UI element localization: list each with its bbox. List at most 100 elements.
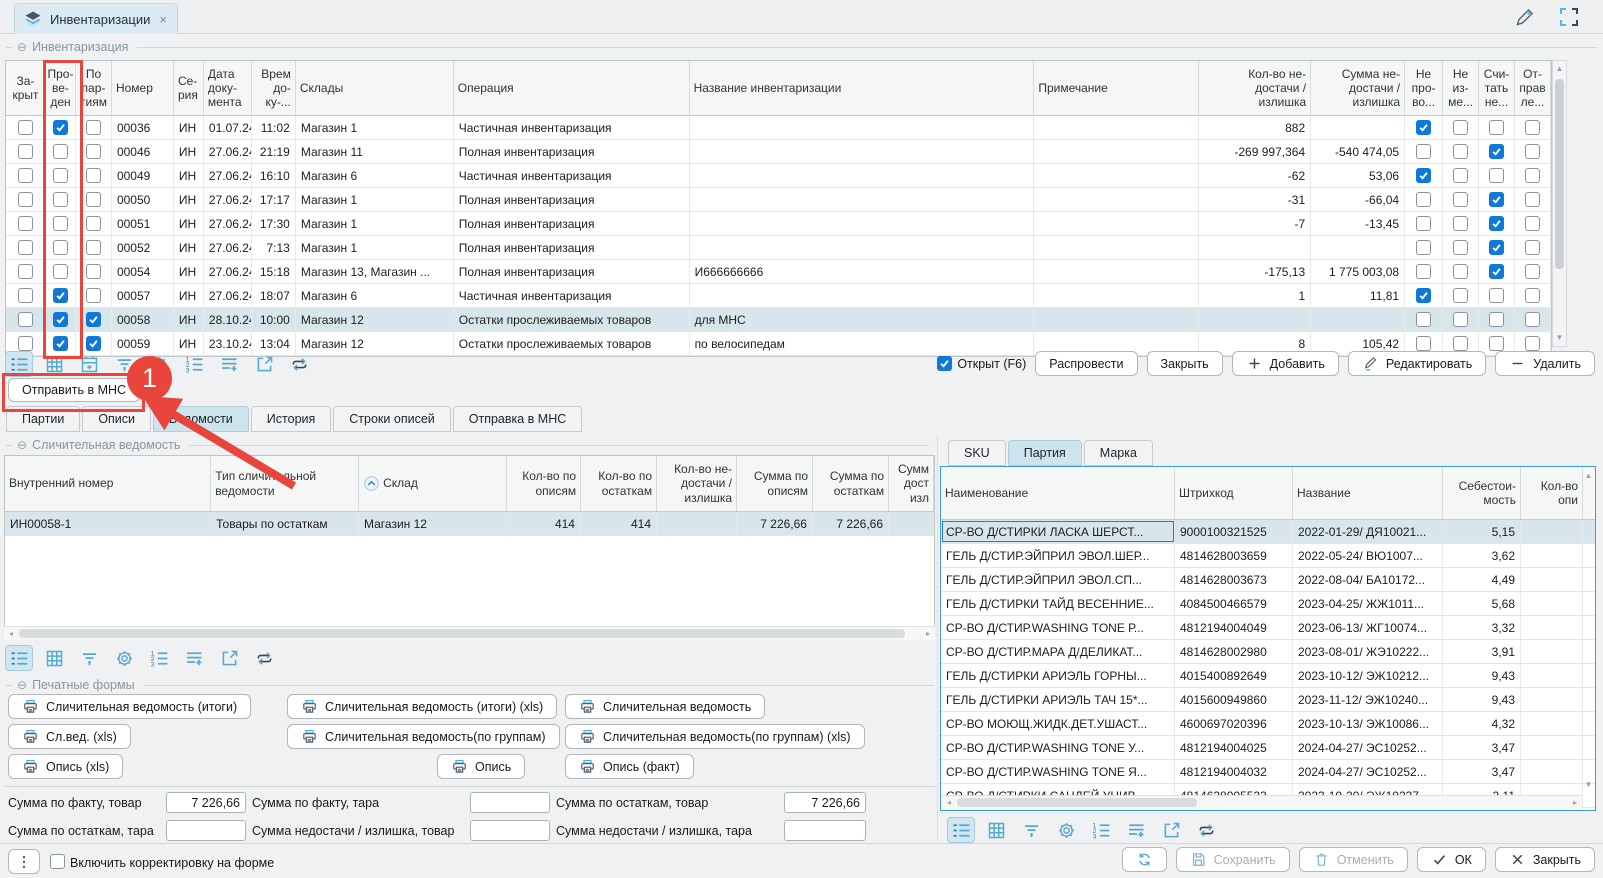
column-header[interactable]: Склады	[296, 61, 454, 115]
column-header[interactable]: Не про- во...	[1405, 61, 1443, 115]
table-row[interactable]: 00057ИН27.06.2418:07Магазин 6Частичная и…	[6, 284, 1551, 308]
column-header[interactable]: Кол-во по остаткам	[581, 456, 657, 511]
column-header[interactable]: Про- ве- ден	[46, 61, 76, 115]
table-row[interactable]: ГЕЛЬ Д/СТИРКИ АРИЭЛЬ ГОРНЫ...40154008926…	[941, 664, 1595, 688]
checkbox[interactable]	[1489, 120, 1504, 135]
table-row[interactable]: 00050ИН27.06.2417:17Магазин 1Полная инве…	[6, 188, 1551, 212]
checkbox[interactable]	[53, 120, 68, 135]
open-external-button[interactable]	[216, 646, 242, 670]
list-view-button[interactable]	[6, 646, 32, 670]
checkbox[interactable]	[18, 264, 33, 279]
add-button[interactable]: Добавить	[1232, 351, 1339, 376]
print-form-button[interactable]: Сличительная ведомость	[565, 694, 765, 719]
column-header[interactable]: Се- рия	[174, 61, 204, 115]
table-row[interactable]: ИН00058-1Товары по остаткамМагазин 12414…	[5, 512, 934, 536]
checkbox[interactable]	[1453, 288, 1468, 303]
table-row[interactable]: СР-ВО Д/СТИР.WASHING TONE У...4812194004…	[941, 736, 1595, 760]
checkbox[interactable]	[1453, 144, 1468, 159]
checkbox[interactable]	[1416, 312, 1431, 327]
checkbox[interactable]	[1525, 120, 1540, 135]
open-filter-checkbox-box[interactable]	[937, 356, 952, 371]
sku-tab-1[interactable]: Партия	[1008, 440, 1082, 466]
checkbox[interactable]	[53, 168, 68, 183]
print-form-button[interactable]: Опись (xls)	[8, 754, 123, 779]
checkbox[interactable]	[1489, 216, 1504, 231]
add-list-button[interactable]	[1123, 818, 1149, 842]
column-header[interactable]: Штрихкод	[1175, 467, 1293, 519]
tab-close-icon[interactable]: ×	[159, 12, 167, 27]
table-row[interactable]: 00049ИН27.06.2416:10Магазин 6Частичная и…	[6, 164, 1551, 188]
add-list-button[interactable]	[216, 352, 242, 376]
checkbox[interactable]	[1416, 168, 1431, 183]
total-input[interactable]	[166, 820, 246, 841]
checkbox[interactable]	[18, 144, 33, 159]
checkbox[interactable]	[1453, 240, 1468, 255]
collapse-icon[interactable]: ⊖	[17, 438, 27, 452]
numbered-list-button[interactable]: 123	[146, 646, 172, 670]
grid-button[interactable]	[41, 646, 67, 670]
checkbox[interactable]	[1416, 264, 1431, 279]
print-form-button[interactable]: Сличительная ведомость(по группам)	[287, 724, 560, 749]
checkbox[interactable]	[1525, 312, 1540, 327]
checkbox[interactable]	[1416, 336, 1431, 351]
checkbox[interactable]	[1525, 192, 1540, 207]
refresh-loop-button[interactable]	[251, 646, 277, 670]
print-form-button[interactable]: Опись	[437, 754, 525, 779]
checkbox[interactable]	[1525, 240, 1540, 255]
table-row[interactable]: 00036ИН01.07.2411:02Магазин 1Частичная и…	[6, 116, 1551, 140]
sku-vertical-scrollbar[interactable]: ▲ ▼	[1581, 468, 1596, 793]
table-row[interactable]: ГЕЛЬ Д/СТИРКИ АРИЭЛЬ ТАЧ 15*...401560094…	[941, 688, 1595, 712]
column-header[interactable]: По пар- тиям	[76, 61, 112, 115]
pencil-icon[interactable]	[1513, 5, 1537, 29]
column-header[interactable]: Сумма по описям	[737, 456, 813, 511]
checkbox[interactable]	[18, 240, 33, 255]
gear-button[interactable]	[146, 352, 172, 376]
table-row[interactable]: ГЕЛЬ Д/СТИР.ЭЙПРИЛ ЭВОЛ.ШЕР...4814628003…	[941, 544, 1595, 568]
column-header[interactable]: Название инвентаризации	[690, 61, 1035, 115]
numbered-list-button[interactable]: 123	[1088, 818, 1114, 842]
filter-button[interactable]	[111, 352, 137, 376]
checkbox[interactable]	[1525, 144, 1540, 159]
detail-tab-5[interactable]: Отправка в МНС	[453, 406, 583, 432]
total-input[interactable]	[470, 820, 550, 841]
checkbox[interactable]	[1525, 288, 1540, 303]
print-form-button[interactable]: Сличительная ведомость (итоги) (xls)	[287, 694, 557, 719]
column-header[interactable]: Наименование	[941, 467, 1175, 519]
detail-tab-3[interactable]: История	[251, 406, 331, 432]
vertical-scrollbar[interactable]: ▲ ▼	[1552, 60, 1567, 347]
column-header[interactable]: Дата доку- мента	[204, 61, 252, 115]
column-header[interactable]: Счи- тать не...	[1479, 61, 1515, 115]
checkbox[interactable]	[1489, 264, 1504, 279]
detail-tab-0[interactable]: Партии	[6, 406, 80, 432]
document-tab[interactable]: Инвентаризации ×	[14, 3, 178, 34]
checkbox[interactable]	[86, 192, 101, 207]
total-input[interactable]	[166, 792, 246, 813]
unpost-button[interactable]: Распровести	[1035, 351, 1137, 376]
adjustment-checkbox-box[interactable]	[50, 854, 65, 869]
checkbox[interactable]	[86, 336, 101, 351]
checkbox[interactable]	[86, 312, 101, 327]
checkbox[interactable]	[86, 120, 101, 135]
send-to-mns-button[interactable]: Отправить в МНС	[8, 378, 140, 402]
column-header[interactable]: Кол-во опи	[1521, 467, 1583, 519]
column-header[interactable]: Номер	[112, 61, 174, 115]
table-row[interactable]: СР-ВО МОЮЩ.ЖИДК.ДЕТ.УШАСТ...460069702039…	[941, 712, 1595, 736]
checkbox[interactable]	[53, 192, 68, 207]
checkbox[interactable]	[86, 264, 101, 279]
column-header[interactable]: Кол-во не- достачи / излишка	[657, 456, 737, 511]
checkbox[interactable]	[1453, 168, 1468, 183]
table-row[interactable]: СР-ВО Д/СТИР.МАРА Д/ДЕЛИКАТ...4814628002…	[941, 640, 1595, 664]
adjustment-checkbox[interactable]	[50, 854, 65, 872]
edit-button[interactable]: Редактировать	[1348, 351, 1486, 376]
checkbox[interactable]	[53, 216, 68, 231]
filter-button[interactable]	[1018, 818, 1044, 842]
print-form-button[interactable]: Сличительная ведомость (итоги)	[8, 694, 251, 719]
detail-tab-4[interactable]: Строки описей	[333, 406, 450, 432]
column-header[interactable]: Операция	[454, 61, 690, 115]
checkbox[interactable]	[18, 336, 33, 351]
grid-button[interactable]	[983, 818, 1009, 842]
checkbox[interactable]	[18, 312, 33, 327]
checkbox[interactable]	[86, 240, 101, 255]
checkbox[interactable]	[1453, 192, 1468, 207]
column-header[interactable]: Склад	[359, 456, 507, 511]
